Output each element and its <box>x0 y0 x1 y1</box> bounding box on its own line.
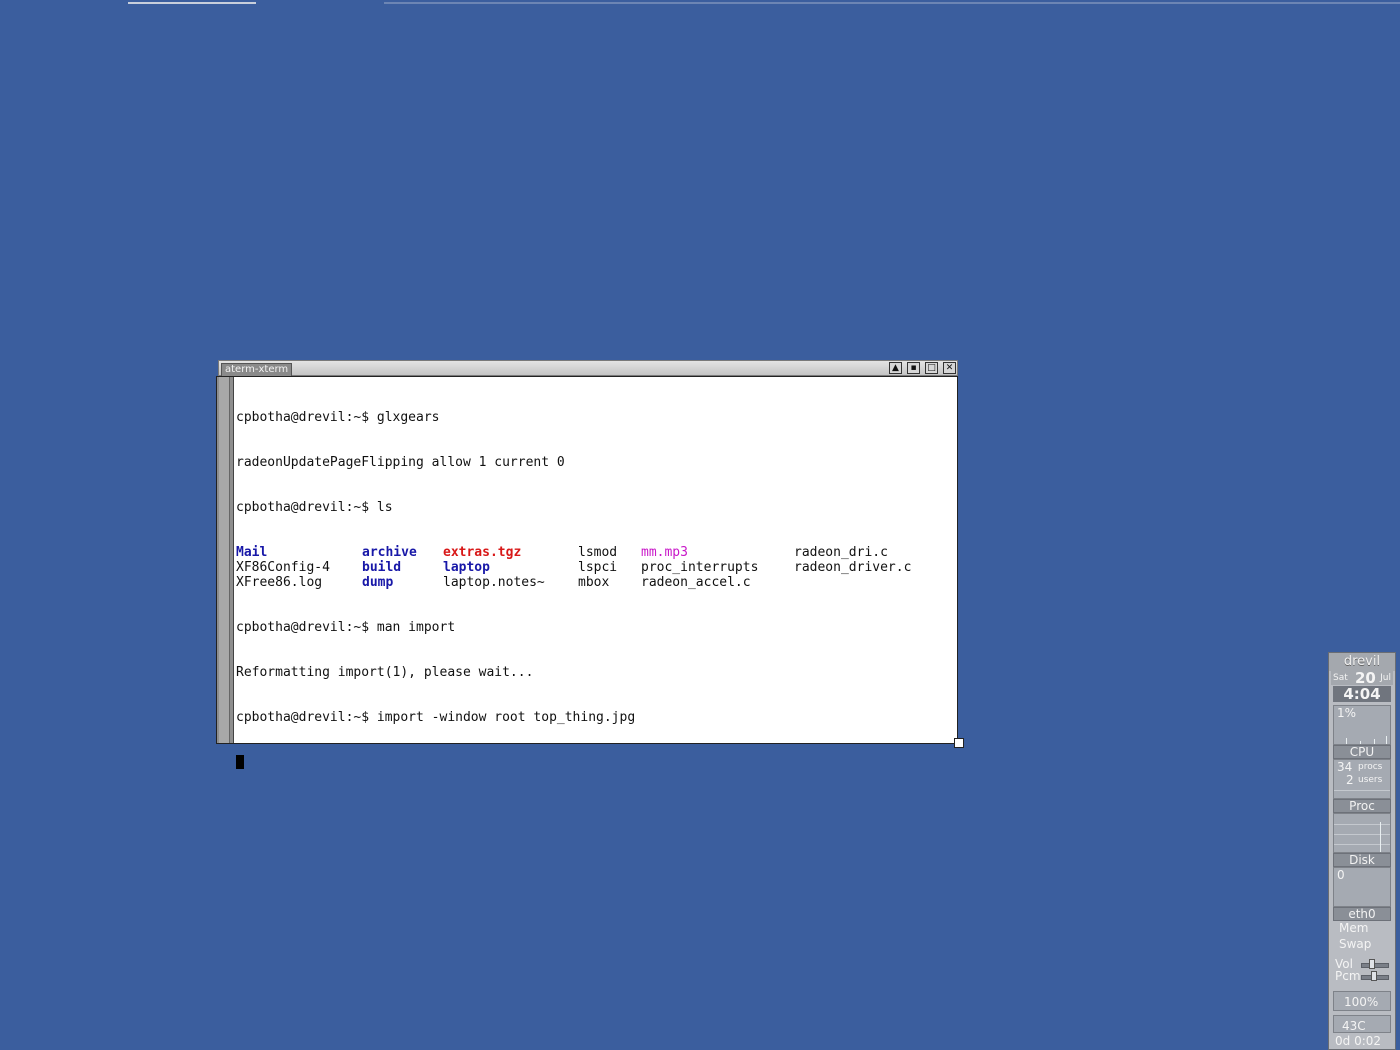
taskbar-segment[interactable] <box>128 2 256 4</box>
text-cursor <box>236 755 244 769</box>
terminal-line: cpbotha@drevil:~$ ls <box>236 500 393 515</box>
users-count: 2 <box>1346 773 1354 787</box>
clock[interactable]: 4:04 <box>1333 686 1391 702</box>
ls-entry <box>794 575 944 590</box>
terminal-line: Reformatting import(1), please wait... <box>236 665 534 680</box>
scrollbar-thumb[interactable] <box>219 377 230 743</box>
proc-graph[interactable] <box>1333 813 1391 853</box>
terminal-line: cpbotha@drevil:~$ man import <box>236 620 456 635</box>
ls-entry: build <box>362 560 402 575</box>
ls-entry: Mail <box>236 545 268 560</box>
ls-entry: dump <box>362 575 394 590</box>
close-button[interactable]: ✕ <box>943 362 956 374</box>
terminal-frame: cpbotha@drevil:~$ glxgears radeonUpdateP… <box>216 376 958 769</box>
terminal-window[interactable]: aterm-xterm ▲ ▪ □ ✕ cpbotha@drevil:~$ gl… <box>216 360 964 769</box>
net-label[interactable]: eth0 <box>1333 907 1391 921</box>
resize-handle[interactable] <box>954 738 964 748</box>
window-title[interactable]: aterm-xterm <box>221 363 293 377</box>
cpu-label[interactable]: CPU <box>1333 745 1391 759</box>
vol-slider[interactable] <box>1361 963 1389 968</box>
proc-chart[interactable]: 34 procs 2 users <box>1333 759 1391 799</box>
battery-chart[interactable]: 100% <box>1333 991 1391 1011</box>
ls-entry: mbox <box>578 575 610 590</box>
iconify-button[interactable]: ▪ <box>907 362 920 374</box>
disk-value: 0 <box>1337 868 1345 882</box>
terminal-line: cpbotha@drevil:~$ glxgears <box>236 410 440 425</box>
ls-listing: Mail archive extras.tgz lsmod mm.mp3 radeon_d… <box>236 545 956 590</box>
maximize-button[interactable]: □ <box>925 362 938 374</box>
procs-count: 34 <box>1337 760 1353 774</box>
top-strip <box>0 0 1400 4</box>
uptime: 0d 0:02 <box>1335 1034 1382 1048</box>
ls-entry: archive <box>362 545 417 560</box>
disk-label[interactable]: Disk <box>1333 853 1391 867</box>
taskbar-segment[interactable] <box>640 2 896 4</box>
ls-entry: radeon_driver.c <box>794 560 912 575</box>
users-label: users <box>1358 775 1383 785</box>
pcm-label: Pcm <box>1335 969 1361 983</box>
ls-entry: radeon_dri.c <box>794 545 888 560</box>
ls-entry: mm.mp3 <box>641 545 688 560</box>
temp-chart[interactable]: 43C <box>1333 1015 1391 1033</box>
terminal-output[interactable]: cpbotha@drevil:~$ glxgears radeonUpdateP… <box>236 380 956 769</box>
procs-label: procs <box>1358 762 1383 772</box>
date-display[interactable]: Sat 20 Jul <box>1331 669 1393 687</box>
disk-chart[interactable]: 0 <box>1333 867 1391 907</box>
scrollbar[interactable] <box>217 377 234 743</box>
taskbar-segment[interactable] <box>384 2 640 4</box>
cpu-chart[interactable]: 1% <box>1333 705 1391 745</box>
window-titlebar[interactable]: aterm-xterm ▲ ▪ □ ✕ <box>218 360 958 377</box>
day-label: Sat <box>1333 673 1348 683</box>
ls-entry: XFree86.log <box>236 575 323 590</box>
ls-entry: XF86Config-4 <box>236 560 330 575</box>
battery-value: 100% <box>1344 995 1379 1009</box>
terminal-line: radeonUpdatePageFlipping allow 1 current… <box>236 455 565 470</box>
vol-knob[interactable] <box>1369 959 1375 969</box>
mem-label[interactable]: Mem <box>1339 921 1368 935</box>
proc-label[interactable]: Proc <box>1333 799 1391 813</box>
ls-entry: laptop <box>443 560 490 575</box>
terminal-line: cpbotha@drevil:~$ import -window root to… <box>236 710 636 725</box>
system-monitor-panel: drevil Sat 20 Jul 4:04 1% CPU 34 procs 2… <box>1328 652 1396 1050</box>
taskbar-segment[interactable] <box>896 2 1152 4</box>
ls-row: XF86Config-4 build laptop lspci proc_interru… <box>236 560 956 575</box>
month-label: Jul <box>1380 673 1391 683</box>
date-label: 20 <box>1355 669 1376 687</box>
ls-entry: lspci <box>578 560 618 575</box>
pcm-knob[interactable] <box>1371 971 1377 981</box>
ls-entry: extras.tgz <box>443 545 522 560</box>
prompt-line[interactable] <box>236 755 956 770</box>
cpu-value: 1% <box>1337 706 1357 720</box>
swap-label[interactable]: Swap <box>1339 937 1371 951</box>
ls-entry: radeon_accel.c <box>641 575 751 590</box>
temp-value: 43C <box>1342 1019 1366 1033</box>
ls-row: Mail archive extras.tgz lsmod mm.mp3 radeon_d… <box>236 545 956 560</box>
ls-entry: proc_interrupts <box>641 560 759 575</box>
ls-entry: laptop.notes~ <box>443 575 545 590</box>
ls-entry: lsmod <box>578 545 618 560</box>
ls-row: XFree86.log dump laptop.notes~ mbox radeon_a… <box>236 575 956 590</box>
shade-button[interactable]: ▲ <box>889 362 902 374</box>
taskbar-segment[interactable] <box>1152 2 1400 4</box>
